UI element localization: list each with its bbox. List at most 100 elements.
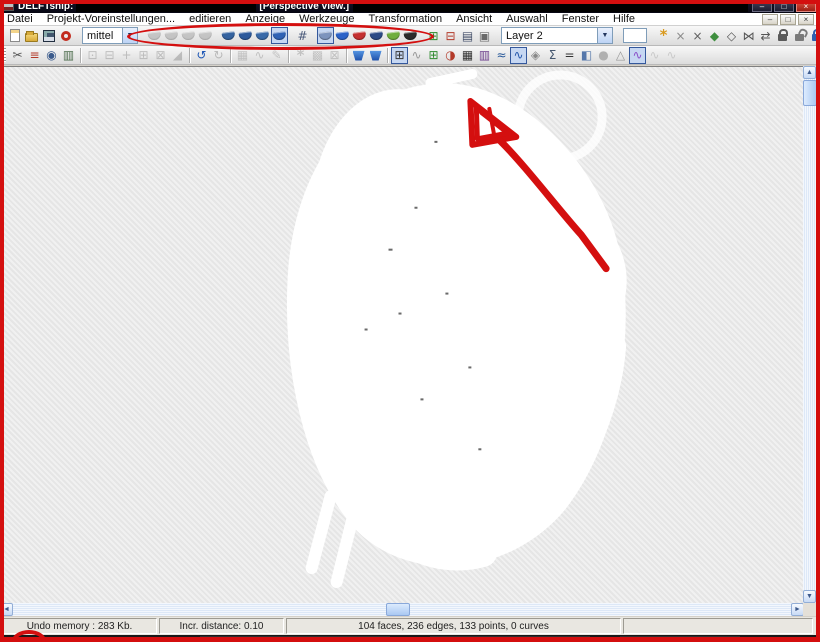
- add-layer-icon[interactable]: ⊞: [425, 27, 442, 44]
- wireframe-mode-icon[interactable]: #: [294, 27, 311, 44]
- minimize-button[interactable]: –: [752, 2, 772, 12]
- markers-icon[interactable]: ◧: [578, 47, 595, 64]
- menu-item-auswahl[interactable]: Auswahl: [499, 13, 555, 26]
- wireframe-side-view-icon[interactable]: [163, 27, 180, 44]
- delete-box-icon[interactable]: ⊠: [152, 47, 169, 64]
- lock-icon[interactable]: [774, 27, 791, 44]
- menu-item-projekt-voreinstellungen[interactable]: Projekt-Voreinstellungen...: [40, 13, 182, 26]
- insert-curve-icon[interactable]: ∿: [251, 47, 268, 64]
- redo-icon[interactable]: ↻: [210, 47, 227, 64]
- zebra-shade-icon[interactable]: [368, 27, 385, 44]
- mirror-icon[interactable]: ⋈: [740, 27, 757, 44]
- front-view-icon[interactable]: [220, 27, 237, 44]
- menu-item-werkzeuge[interactable]: Werkzeuge: [292, 13, 361, 26]
- both-sides-icon[interactable]: ◑: [442, 47, 459, 64]
- interior-edges-icon[interactable]: ⊞: [425, 47, 442, 64]
- wireframe-front-view-icon[interactable]: [146, 27, 163, 44]
- check-model-icon[interactable]: [350, 47, 367, 64]
- rotate-box-icon[interactable]: ⊟: [101, 47, 118, 64]
- mdi-close-button[interactable]: ×: [798, 14, 814, 25]
- menu-item-hilfe[interactable]: Hilfe: [606, 13, 642, 26]
- wireframe-perspective-view-icon[interactable]: [197, 27, 214, 44]
- close-button[interactable]: ×: [796, 2, 816, 12]
- refine-mesh-icon[interactable]: *: [292, 47, 309, 64]
- top-view-icon[interactable]: [254, 27, 271, 44]
- detach-icon[interactable]: ⇄: [757, 27, 774, 44]
- precision-combo[interactable]: mittel▼: [82, 27, 138, 44]
- hydrostatics-icon[interactable]: ≡: [26, 47, 43, 64]
- move-box-icon[interactable]: +: [118, 47, 135, 64]
- split-edge-icon[interactable]: ×: [672, 27, 689, 44]
- points-dialog-icon[interactable]: ▦: [234, 47, 251, 64]
- horizontal-scroll-thumb[interactable]: [386, 603, 410, 616]
- scroll-down-button[interactable]: ▼: [803, 590, 816, 603]
- vertical-scrollbar[interactable]: ▲ ▼: [803, 66, 817, 603]
- menu-item-ansicht[interactable]: Ansicht: [449, 13, 499, 26]
- normals-icon[interactable]: ◈: [527, 47, 544, 64]
- vertical-scroll-thumb[interactable]: [803, 80, 817, 106]
- curvature-profile-icon[interactable]: ∿: [663, 47, 680, 64]
- coarsen-mesh-icon[interactable]: ▩: [309, 47, 326, 64]
- save-icon[interactable]: [40, 27, 57, 44]
- layer-dialog-icon[interactable]: ▣: [476, 27, 493, 44]
- undo-icon[interactable]: ↺: [193, 47, 210, 64]
- environment-map-icon[interactable]: [402, 27, 419, 44]
- flat-shade-icon[interactable]: [334, 27, 351, 44]
- gauss-curvature-icon[interactable]: [351, 27, 368, 44]
- menu-item-transformation[interactable]: Transformation: [362, 13, 450, 26]
- control-net-icon[interactable]: ⊞: [391, 47, 408, 64]
- menu-item-editieren[interactable]: editieren: [182, 13, 238, 26]
- record-macro-icon[interactable]: [57, 27, 74, 44]
- unlock-icon[interactable]: [791, 27, 808, 44]
- perspective-viewport[interactable]: [0, 66, 804, 603]
- buttocks-icon[interactable]: ▥: [476, 47, 493, 64]
- tank-icon[interactable]: ▥: [60, 47, 77, 64]
- precision-combo-dropdown-arrow[interactable]: ▼: [122, 28, 137, 43]
- menu-item-datei[interactable]: Datei: [0, 13, 40, 26]
- drag-mode-icon[interactable]: ✎: [268, 47, 285, 64]
- lock-points-icon[interactable]: [808, 27, 820, 44]
- layer-color-swatch[interactable]: [621, 27, 649, 44]
- delete-layer-icon[interactable]: ⊟: [442, 27, 459, 44]
- insert-point-icon[interactable]: *: [655, 27, 672, 44]
- flowlines-icon[interactable]: ◉: [43, 47, 60, 64]
- menu-item-anzeige[interactable]: Anzeige: [238, 13, 292, 26]
- collapse-edge-icon[interactable]: ×: [689, 27, 706, 44]
- developability-icon[interactable]: [385, 27, 402, 44]
- control-curves-icon[interactable]: ∿: [408, 47, 425, 64]
- intersections-icon[interactable]: ✂: [9, 47, 26, 64]
- shaded-mode-icon[interactable]: [317, 27, 334, 44]
- align-box-icon[interactable]: ⊡: [84, 47, 101, 64]
- stations-icon[interactable]: ▦: [459, 47, 476, 64]
- new-file-icon[interactable]: [6, 27, 23, 44]
- layer-combo-dropdown-arrow[interactable]: ▼: [597, 28, 612, 43]
- open-file-icon[interactable]: [23, 27, 40, 44]
- curvature-waterlines-icon[interactable]: ∿: [510, 47, 527, 64]
- curvature-gauss-icon[interactable]: ∿: [646, 47, 663, 64]
- hydrostatics-calc-icon[interactable]: Σ: [544, 47, 561, 64]
- remove-selection-icon[interactable]: ⊠: [326, 47, 343, 64]
- curvature-icon[interactable]: ∿: [629, 47, 646, 64]
- linesplan-icon[interactable]: =: [561, 47, 578, 64]
- scale-box-icon[interactable]: ⊞: [135, 47, 152, 64]
- layer-combo[interactable]: Layer 2▼: [501, 27, 613, 44]
- horizontal-scrollbar[interactable]: ◄ ►: [0, 603, 804, 616]
- panel-icon[interactable]: ●: [595, 47, 612, 64]
- layer-properties-icon[interactable]: ▤: [459, 27, 476, 44]
- develop-plates-icon[interactable]: △: [612, 47, 629, 64]
- perspective-view-icon[interactable]: [271, 27, 288, 44]
- insert-plane-icon[interactable]: ◆: [706, 27, 723, 44]
- wireframe-top-view-icon[interactable]: [180, 27, 197, 44]
- leak-test-icon[interactable]: [367, 47, 384, 64]
- side-view-icon[interactable]: [237, 27, 254, 44]
- menu-item-fenster[interactable]: Fenster: [555, 13, 606, 26]
- maximize-button[interactable]: □: [774, 2, 794, 12]
- mdi-restore-button[interactable]: □: [780, 14, 796, 25]
- waterlines-icon[interactable]: ≈: [493, 47, 510, 64]
- shear-box-icon[interactable]: ◢: [169, 47, 186, 64]
- scroll-left-button[interactable]: ◄: [0, 603, 13, 616]
- new-face-icon[interactable]: ◇: [723, 27, 740, 44]
- taskbar-edge: [0, 635, 820, 642]
- mdi-minimize-button[interactable]: –: [762, 14, 778, 25]
- scroll-up-button[interactable]: ▲: [803, 66, 816, 79]
